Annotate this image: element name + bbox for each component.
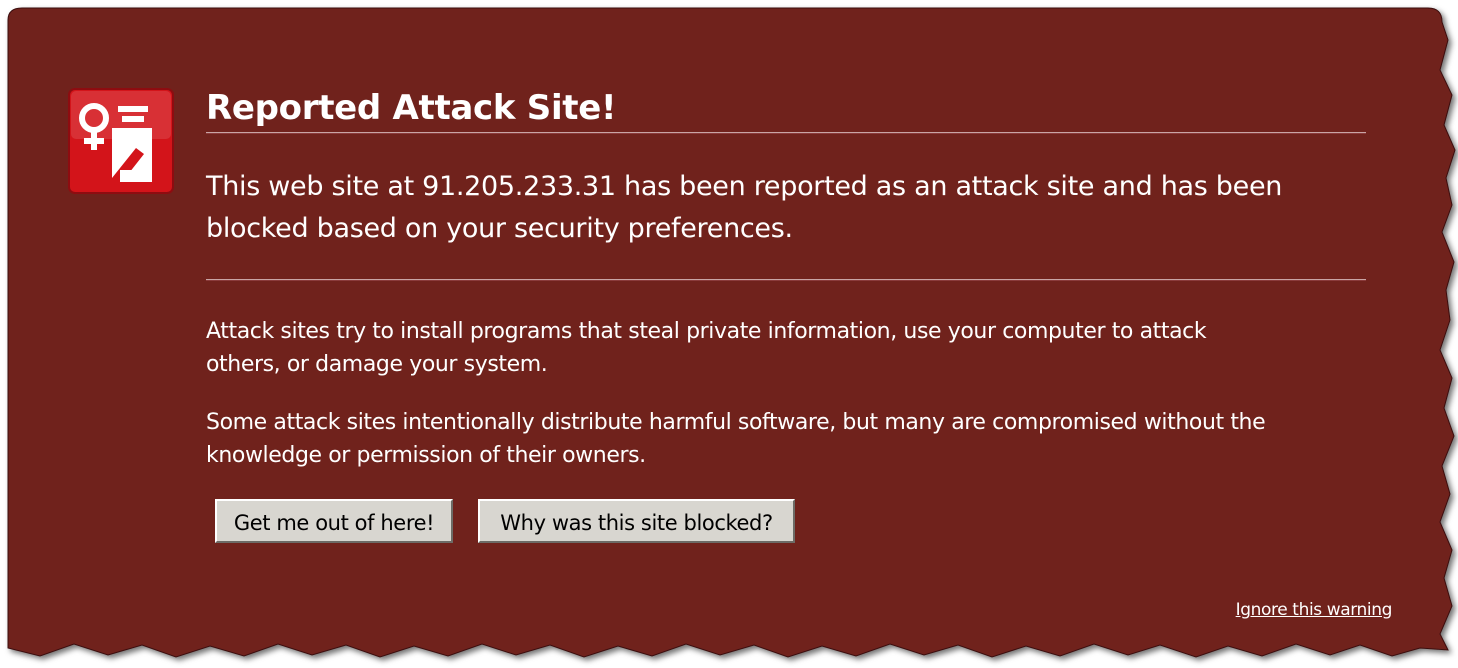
warning-page: Reported Attack Site! This web site at 9… — [0, 0, 1458, 668]
get-me-out-button[interactable]: Get me out of here! — [215, 499, 453, 543]
why-blocked-button[interactable]: Why was this site blocked? — [478, 499, 795, 543]
long-description-1: Attack sites try to install programs tha… — [206, 319, 1207, 377]
warning-content: Reported Attack Site! This web site at 9… — [0, 0, 1458, 668]
description-divider — [206, 279, 1366, 281]
short-description: This web site at 91.205.233.31 has been … — [206, 171, 1283, 244]
ignore-warning-link[interactable]: Ignore this warning — [1236, 600, 1393, 620]
page-title: Reported Attack Site! — [206, 88, 617, 128]
long-description-2: Some attack sites intentionally distribu… — [206, 410, 1266, 468]
attack-site-guard-icon — [68, 88, 174, 194]
title-divider — [206, 132, 1366, 134]
